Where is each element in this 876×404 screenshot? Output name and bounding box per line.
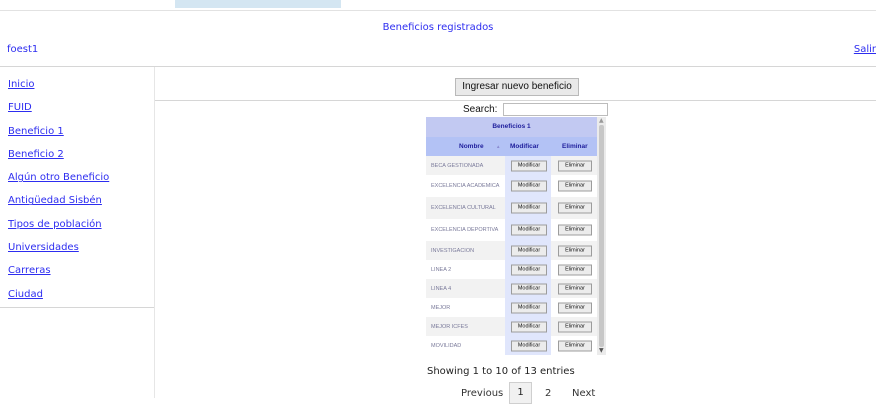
modify-button[interactable]: Modificar [511, 202, 547, 214]
delete-cell: Eliminar [551, 175, 597, 197]
benefit-name: EXCELENCIA DEPORTIVA [431, 227, 499, 233]
modify-cell: Modificar [505, 260, 551, 279]
sidebar-item-universidades[interactable]: Universidades [8, 243, 109, 266]
delete-cell: Eliminar [551, 279, 597, 298]
delete-button[interactable]: Eliminar [558, 302, 592, 313]
benefit-name: MEJOR [431, 304, 451, 311]
modify-cell: Modificar [505, 317, 551, 336]
delete-cell: Eliminar [551, 241, 597, 260]
benefit-name: LINEA 4 [431, 285, 452, 292]
modify-button[interactable]: Modificar [511, 321, 547, 332]
modify-button[interactable]: Modificar [511, 245, 547, 256]
modify-button[interactable]: Modificar [511, 180, 547, 192]
scroll-up-icon[interactable]: ▲ [599, 118, 604, 124]
delete-button[interactable]: Eliminar [558, 202, 592, 214]
modify-button[interactable]: Modificar [511, 224, 547, 236]
column-header-modificar[interactable]: Modificar [510, 137, 539, 156]
benefit-name: INVESTIGACION [431, 247, 475, 254]
modify-cell: Modificar [505, 241, 551, 260]
delete-cell: Eliminar [551, 336, 597, 355]
sidebar-item-beneficio-2[interactable]: Beneficio 2 [8, 149, 109, 173]
delete-cell: Eliminar [551, 219, 597, 241]
benefit-name: EXCELENCIA CULTURAL [431, 205, 496, 211]
sidebar-item-otro-beneficio[interactable]: Algún otro Beneficio [8, 173, 109, 196]
modify-cell: Modificar [505, 219, 551, 241]
new-benefit-button[interactable]: Ingresar nuevo beneficio [455, 78, 579, 96]
benefits-table: Beneficios 1 Nombre ▲ Modificar Eliminar… [426, 117, 597, 355]
modify-cell: Modificar [505, 175, 551, 197]
benefit-name: MOVILIDAD [431, 342, 462, 349]
column-header-eliminar[interactable]: Eliminar [562, 137, 588, 156]
search-label: Search: [463, 104, 498, 115]
sidebar-item-fuid[interactable]: FUID [8, 103, 109, 126]
scroll-down-icon[interactable]: ▼ [599, 348, 604, 354]
delete-button[interactable]: Eliminar [558, 264, 592, 275]
page-title: Beneficios registrados [382, 22, 494, 33]
benefit-name: EXCELENCIA ACADEMICA [431, 183, 500, 189]
delete-cell: Eliminar [551, 298, 597, 317]
top-accent-bar [175, 0, 341, 8]
benefit-name: BECA GESTIONADA [431, 162, 484, 169]
sidebar-item-carreras[interactable]: Carreras [8, 266, 109, 289]
modify-cell: Modificar [505, 298, 551, 317]
delete-cell: Eliminar [551, 197, 597, 219]
delete-button[interactable]: Eliminar [558, 160, 592, 171]
username: foest1 [7, 44, 39, 55]
table-header: Nombre ▲ Modificar Eliminar [426, 137, 597, 156]
column-header-nombre[interactable]: Nombre [459, 137, 484, 156]
table-row: EXCELENCIA CULTURAL Modificar Eliminar [426, 197, 597, 219]
previous-button[interactable]: Previous [461, 388, 503, 399]
modify-button[interactable]: Modificar [511, 302, 547, 313]
modify-button[interactable]: Modificar [511, 160, 547, 171]
delete-cell: Eliminar [551, 156, 597, 175]
logout-link[interactable]: Salir [854, 44, 876, 55]
page-2-button[interactable]: 2 [545, 388, 551, 399]
entries-info: Showing 1 to 10 of 13 entries [427, 366, 575, 377]
search-input[interactable] [503, 103, 608, 116]
sidebar-item-inicio[interactable]: Inicio [8, 79, 109, 103]
table-row: LINEA 2 Modificar Eliminar [426, 260, 597, 279]
scrollbar-thumb[interactable] [599, 125, 604, 347]
modify-cell: Modificar [505, 336, 551, 355]
modify-cell: Modificar [505, 197, 551, 219]
sidebar-item-antiguedad-sisben[interactable]: Antigüedad Sisbén [8, 196, 109, 219]
modify-button[interactable]: Modificar [511, 283, 547, 294]
table-caption: Beneficios 1 [426, 117, 597, 137]
table-row: EXCELENCIA DEPORTIVA Modificar Eliminar [426, 219, 597, 241]
delete-cell: Eliminar [551, 317, 597, 336]
delete-button[interactable]: Eliminar [558, 340, 592, 351]
content-divider [154, 67, 155, 398]
modify-cell: Modificar [505, 156, 551, 175]
benefit-name: LINEA 2 [431, 266, 452, 273]
delete-button[interactable]: Eliminar [558, 321, 592, 332]
sidebar: Inicio FUID Beneficio 1 Beneficio 2 Algú… [0, 67, 155, 308]
delete-button[interactable]: Eliminar [558, 180, 592, 192]
table-row: MOVILIDAD Modificar Eliminar [426, 336, 597, 355]
table-row: MEJOR ICFES Modificar Eliminar [426, 317, 597, 336]
benefit-name: MEJOR ICFES [431, 323, 468, 330]
table-row: EXCELENCIA ACADEMICA Modificar Eliminar [426, 175, 597, 197]
table-row: INVESTIGACION Modificar Eliminar [426, 241, 597, 260]
table-scrollbar[interactable]: ▲ ▼ [597, 117, 606, 355]
header-divider [0, 10, 876, 11]
modify-button[interactable]: Modificar [511, 264, 547, 275]
modify-button[interactable]: Modificar [511, 340, 547, 351]
delete-cell: Eliminar [551, 260, 597, 279]
sidebar-item-ciudad[interactable]: Ciudad [8, 289, 109, 313]
sidebar-item-tipos-poblacion[interactable]: Tipos de población [8, 219, 109, 243]
delete-button[interactable]: Eliminar [558, 245, 592, 256]
modify-cell: Modificar [505, 279, 551, 298]
delete-button[interactable]: Eliminar [558, 283, 592, 294]
table-row: BECA GESTIONADA Modificar Eliminar [426, 156, 597, 175]
sort-icon[interactable]: ▲ [496, 137, 500, 156]
page-1-button[interactable]: 1 [509, 382, 532, 404]
next-button[interactable]: Next [572, 388, 595, 399]
table-row: LINEA 4 Modificar Eliminar [426, 279, 597, 298]
table-row: MEJOR Modificar Eliminar [426, 298, 597, 317]
action-bar: Ingresar nuevo beneficio [155, 67, 876, 101]
delete-button[interactable]: Eliminar [558, 224, 592, 236]
sidebar-item-beneficio-1[interactable]: Beneficio 1 [8, 126, 109, 150]
